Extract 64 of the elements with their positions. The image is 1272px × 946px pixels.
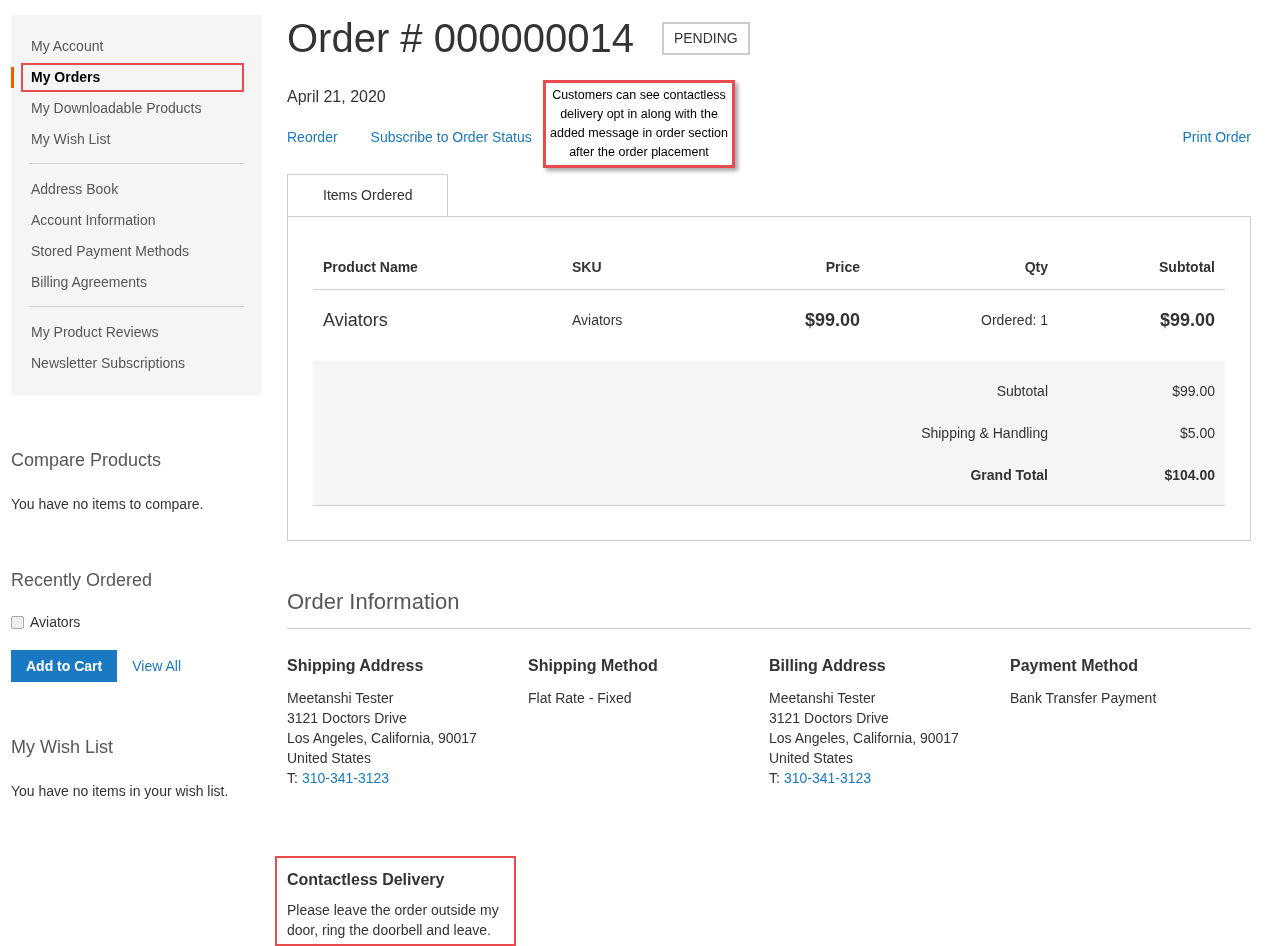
annotation-callout: Customers can see contactless delivery opt in along with the added message in order section after the order placement (543, 80, 735, 168)
nav-link[interactable]: My Wish List (21, 125, 244, 154)
phone-link[interactable]: 310-341-3123 (783, 768, 872, 788)
table-cell-text: Ordered: 1 (980, 310, 1048, 330)
section-title: Order Information (287, 585, 1251, 629)
tab[interactable]: Items Ordered (287, 174, 449, 217)
empty-message: You have no items in your wish list. (11, 782, 230, 801)
action-link[interactable]: Subscribe to Order Status (370, 127, 532, 148)
action-link[interactable]: Reorder (287, 127, 338, 148)
address-line: Meetanshi Tester (769, 689, 877, 708)
total-label: Subtotal (995, 381, 1048, 401)
column-header: Product Name (322, 257, 419, 277)
address-line: Flat Rate - Fixed (528, 689, 633, 708)
section-title: Compare Products (11, 449, 163, 472)
total-value: $104.00 (1163, 465, 1216, 485)
block-title: Shipping Address (287, 656, 425, 676)
product-name: Aviators (30, 613, 81, 632)
address-line: 3121 Doctors Drive (287, 709, 408, 728)
order-title: Order # 000000014 (287, 15, 634, 62)
block-title: Shipping Method (528, 656, 659, 676)
phone-link[interactable]: 310-341-3123 (301, 768, 390, 788)
nav-link[interactable]: Account Information (21, 206, 244, 235)
nav-link[interactable]: Billing Agreements (21, 268, 244, 297)
delivery-message: Please leave the order outside my door, ring the doorbell and leave. (287, 901, 500, 940)
address-line: United States (287, 749, 373, 768)
address-line: Bank Transfer Payment (1010, 689, 1158, 708)
total-label: Grand Total (969, 465, 1048, 485)
section-title: My Wish List (11, 736, 114, 759)
checkbox[interactable] (11, 616, 24, 629)
table-cell-text: $99.00 (1158, 308, 1216, 332)
table-cell-text: $99.00 (803, 308, 860, 332)
column-header: Price (824, 257, 860, 277)
view-all-link[interactable]: View All (132, 655, 181, 677)
phone-label: T: (769, 769, 780, 788)
address-line: 3121 Doctors Drive (769, 709, 890, 728)
nav-link[interactable]: Address Book (21, 175, 244, 204)
nav-link[interactable]: My Product Reviews (21, 318, 244, 347)
address-line: Los Angeles, California, 90017 (287, 729, 478, 748)
total-value: $99.00 (1171, 381, 1216, 401)
column-header: SKU (572, 257, 603, 277)
nav-link[interactable]: My Account (21, 32, 244, 61)
block-title: Billing Address (769, 656, 887, 676)
phone-label: T: (287, 769, 298, 788)
order-date: April 21, 2020 (287, 87, 386, 107)
nav-link[interactable]: My Downloadable Products (21, 94, 244, 123)
total-label: Shipping & Handling (920, 423, 1048, 443)
nav-link[interactable]: Stored Payment Methods (21, 237, 244, 266)
nav-link[interactable]: Newsletter Subscriptions (21, 349, 244, 378)
table-cell-text: Aviators (572, 310, 624, 330)
column-header: Qty (1023, 257, 1048, 277)
block-title: Contactless Delivery (287, 870, 446, 890)
address-line: Los Angeles, California, 90017 (769, 729, 960, 748)
block-title: Payment Method (1010, 656, 1139, 676)
column-header: Subtotal (1158, 257, 1216, 277)
status-badge: PENDING (661, 21, 750, 55)
section-title: Recently Ordered (11, 569, 154, 592)
print-order-link[interactable]: Print Order (1182, 127, 1251, 148)
total-value: $5.00 (1178, 423, 1216, 443)
nav-link[interactable]: My Orders (21, 63, 244, 92)
address-line: United States (769, 749, 855, 768)
empty-message: You have no items to compare. (11, 495, 205, 514)
address-line: Meetanshi Tester (287, 689, 395, 708)
add-to-cart-button[interactable]: Add to Cart (11, 650, 118, 682)
table-cell-text: Aviators (322, 308, 389, 332)
